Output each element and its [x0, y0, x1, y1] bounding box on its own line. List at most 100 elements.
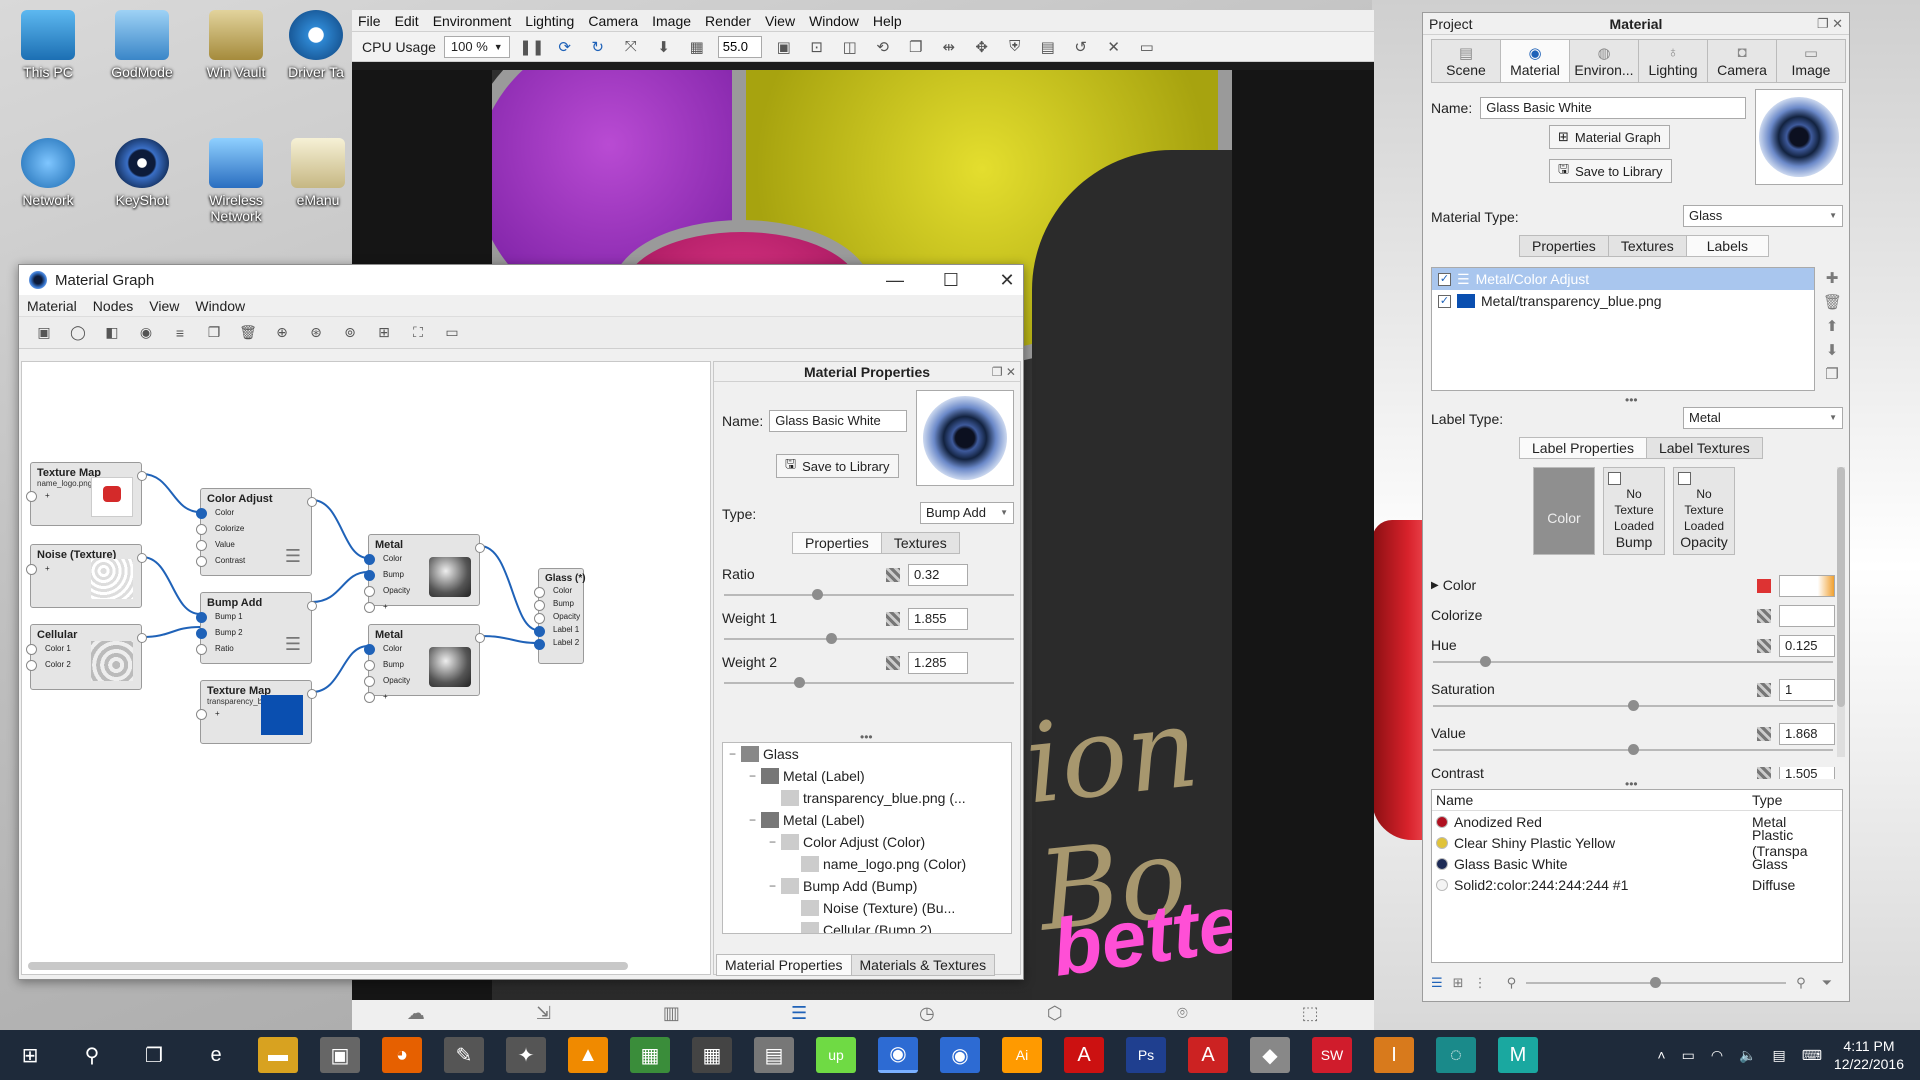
slider-knob[interactable]: [1628, 700, 1639, 711]
node-output-port[interactable]: [475, 543, 485, 553]
type-select[interactable]: Bump Add ▼: [920, 502, 1014, 524]
menu-camera[interactable]: Camera: [588, 13, 638, 29]
ungroup-icon[interactable]: ⊚: [339, 322, 361, 344]
desktop-icon-network[interactable]: Network: [2, 138, 94, 208]
desktop-icon-keyshot[interactable]: KeyShot: [96, 138, 188, 208]
notifications-icon[interactable]: ▤: [1772, 1047, 1785, 1064]
tree-item[interactable]: − Bump Add (Bump): [723, 875, 1011, 897]
node-output-port[interactable]: [307, 601, 317, 611]
node-port[interactable]: Opacity: [534, 610, 583, 624]
keyshot-icon[interactable]: ◉: [940, 1037, 980, 1073]
move-icon[interactable]: ⇹: [937, 35, 961, 59]
close-icon[interactable]: ❐ ✕: [1817, 16, 1843, 32]
photoshop-icon[interactable]: Ps: [1126, 1037, 1166, 1073]
menu-render[interactable]: Render: [705, 13, 751, 29]
acrobat-icon[interactable]: A: [1064, 1037, 1104, 1073]
library-icon[interactable]: ▥: [656, 1003, 686, 1027]
tab-scene[interactable]: ▤ Scene: [1431, 39, 1501, 83]
tree-view-icon[interactable]: ⋮: [1474, 975, 1487, 991]
weight-2-input[interactable]: 1.285: [908, 652, 968, 674]
menu-edit[interactable]: Edit: [395, 13, 419, 29]
solidworks-icon[interactable]: SW: [1312, 1037, 1352, 1073]
tree-expander-icon[interactable]: −: [769, 835, 781, 849]
slider-knob[interactable]: [811, 589, 823, 600]
arrow-up-icon[interactable]: ⬆: [1823, 317, 1841, 335]
tree-item[interactable]: − Metal (Label): [723, 809, 1011, 831]
menu-lighting[interactable]: Lighting: [525, 13, 574, 29]
desktop-icon-driver-tool[interactable]: Driver Ta: [280, 10, 352, 80]
node-port[interactable]: Label 1: [534, 623, 583, 637]
saturation-input[interactable]: 1: [1779, 679, 1835, 701]
app-icon[interactable]: ▤: [754, 1037, 794, 1073]
slider-knob[interactable]: [826, 633, 838, 644]
texture-slot-bump[interactable]: No Texture Loaded Bump: [1603, 467, 1665, 555]
app-icon[interactable]: I: [1374, 1037, 1414, 1073]
list-item[interactable]: ✓ ☰ Metal/Color Adjust: [1432, 268, 1814, 290]
table-row[interactable]: Clear Shiny Plastic Yellow Plastic (Trans…: [1432, 827, 1842, 859]
camera-view-icon[interactable]: ◫: [838, 35, 862, 59]
maximize-button[interactable]: ☐: [923, 265, 979, 295]
screenshot-tool-icon[interactable]: ⬚: [1295, 1003, 1325, 1027]
region-icon[interactable]: ⊡: [805, 35, 829, 59]
texture-icon[interactable]: [1757, 727, 1771, 741]
tree-item[interactable]: transparency_blue.png (...: [723, 787, 1011, 809]
slider-knob[interactable]: [1480, 656, 1491, 667]
chevron-up-icon[interactable]: ˄: [1657, 1047, 1665, 1063]
app-icon[interactable]: M: [1498, 1037, 1538, 1073]
node-output-port[interactable]: [307, 689, 317, 699]
save-icon[interactable]: ▣: [33, 322, 55, 344]
keyboard-icon[interactable]: ⌨: [1802, 1047, 1822, 1064]
column-header-type[interactable]: Type: [1752, 792, 1782, 808]
tab-material[interactable]: ◉ Material: [1500, 39, 1570, 83]
desktop-icon-wireless-network[interactable]: Wireless Network: [190, 138, 282, 224]
screenshot-icon[interactable]: ▣: [772, 35, 796, 59]
search-icon[interactable]: ⚲: [72, 1037, 112, 1073]
menu-nodes[interactable]: Nodes: [93, 298, 133, 314]
crop-icon[interactable]: ✕: [1102, 35, 1126, 59]
tree-item[interactable]: − Color Adjust (Color): [723, 831, 1011, 853]
import-icon[interactable]: ⇲: [529, 1003, 559, 1027]
firefox-icon[interactable]: ◕: [382, 1037, 422, 1073]
node-output-port[interactable]: [137, 553, 147, 563]
sphere-icon[interactable]: ◯: [67, 322, 89, 344]
slider-knob[interactable]: [794, 677, 806, 688]
close-button[interactable]: ✕: [979, 265, 1035, 295]
app-icon[interactable]: ▣: [320, 1037, 360, 1073]
list-item[interactable]: ✓ Metal/transparency_blue.png: [1432, 290, 1814, 312]
file-explorer-icon[interactable]: ▬: [258, 1037, 298, 1073]
menu-environment[interactable]: Environment: [433, 13, 512, 29]
keyshot-icon[interactable]: ◉: [878, 1037, 918, 1073]
table-row[interactable]: Glass Basic White Glass: [1432, 853, 1842, 874]
tree-expander-icon[interactable]: −: [749, 769, 761, 783]
arrange-icon[interactable]: ⊞: [373, 322, 395, 344]
node-port[interactable]: Colorize: [196, 521, 311, 537]
copy-icon[interactable]: ❐: [1823, 365, 1841, 383]
table-row[interactable]: Solid2:color:244:244:244 #1 Diffuse: [1432, 874, 1842, 895]
cpu-usage-select[interactable]: 100 % ▼: [443, 35, 510, 58]
menu-window[interactable]: Window: [195, 298, 245, 314]
value-input[interactable]: 1.868: [1779, 723, 1835, 745]
node-port[interactable]: +: [364, 599, 479, 615]
tree-expander-icon[interactable]: −: [769, 879, 781, 893]
tab-label-textures[interactable]: Label Textures: [1645, 437, 1763, 459]
node-texture-map-transparency[interactable]: Texture Map transparency_blue.png +: [196, 680, 317, 744]
menu-window[interactable]: Window: [809, 13, 859, 29]
keyshotvr-icon[interactable]: ⬡: [1040, 1003, 1070, 1027]
graph-horizontal-scrollbar[interactable]: [28, 962, 628, 970]
pause-icon[interactable]: ❚❚: [519, 35, 544, 59]
tree-item[interactable]: Noise (Texture) (Bu...: [723, 897, 1011, 919]
trash-icon[interactable]: 🗑: [1823, 293, 1842, 311]
desktop-icon-godmode[interactable]: GodMode: [96, 10, 188, 80]
clock[interactable]: 4:11 PM 12/22/2016: [1834, 1037, 1904, 1073]
tab-lighting[interactable]: ♁ Lighting: [1638, 39, 1708, 83]
ratio-input[interactable]: 0.32: [908, 564, 968, 586]
frame-all-icon[interactable]: ⛶: [407, 322, 429, 344]
menu-help[interactable]: Help: [873, 13, 902, 29]
zoom-out-icon[interactable]: ⚲: [1507, 975, 1517, 991]
app-icon[interactable]: ◆: [1250, 1037, 1290, 1073]
contrast-input[interactable]: 1.505: [1779, 767, 1835, 779]
slider-knob[interactable]: [1650, 977, 1662, 988]
fit-icon[interactable]: ⤧: [619, 35, 643, 59]
node-output-port[interactable]: [137, 471, 147, 481]
app-icon[interactable]: ▦: [630, 1037, 670, 1073]
